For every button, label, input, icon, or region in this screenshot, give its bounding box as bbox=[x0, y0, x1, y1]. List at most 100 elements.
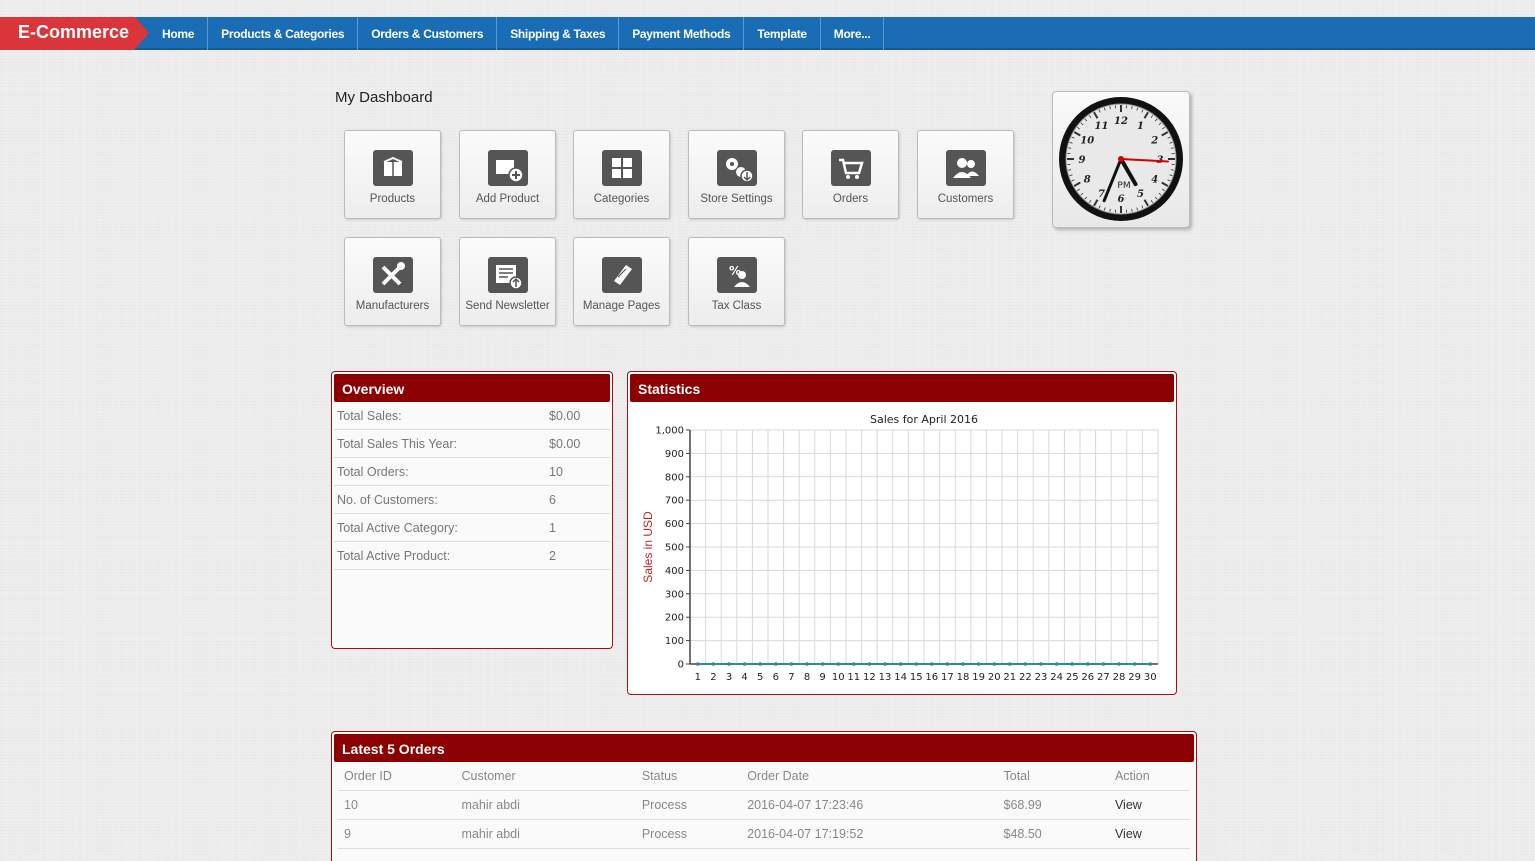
table-cell: $48.50 bbox=[997, 819, 1109, 849]
y-tick-label: 600 bbox=[665, 519, 684, 530]
overview-value: $0.00 bbox=[549, 409, 581, 423]
x-tick-label: 24 bbox=[1050, 672, 1063, 683]
sales-point bbox=[992, 662, 996, 666]
nav-item-more[interactable]: More... bbox=[821, 17, 885, 50]
sales-point bbox=[1101, 662, 1106, 666]
x-tick-label: 23 bbox=[1035, 672, 1048, 683]
y-tick-label: 700 bbox=[665, 496, 684, 507]
analog-clock: 123456789101112 PM bbox=[1052, 91, 1190, 228]
tile-send-newsletter[interactable]: Send Newsletter bbox=[459, 237, 556, 326]
add-box-icon bbox=[488, 150, 528, 186]
table-cell: 2016-04-07 17:19:52 bbox=[741, 819, 998, 849]
grid-icon bbox=[602, 150, 642, 186]
y-tick-label: 900 bbox=[665, 449, 684, 460]
x-tick-label: 18 bbox=[957, 672, 970, 683]
x-tick-label: 26 bbox=[1081, 672, 1094, 683]
tile-label: Store Settings bbox=[700, 193, 773, 205]
tile-store-settings[interactable]: Store Settings bbox=[688, 130, 785, 219]
tile-tax-class[interactable]: % Tax Class bbox=[688, 237, 785, 326]
brand-logo[interactable]: E-Commerce bbox=[0, 17, 135, 50]
users-icon bbox=[946, 150, 986, 186]
overview-value: 1 bbox=[549, 521, 556, 535]
y-axis-label: Sales in USD bbox=[641, 511, 655, 583]
tile-label: Add Product bbox=[475, 193, 540, 205]
sales-point bbox=[742, 662, 747, 666]
note-icon bbox=[602, 257, 642, 293]
overview-row: Total Active Category: 1 bbox=[334, 514, 610, 542]
nav-item-home[interactable]: Home bbox=[150, 17, 209, 50]
y-tick-label: 0 bbox=[678, 660, 684, 671]
sales-point bbox=[1039, 662, 1043, 666]
sales-point bbox=[945, 662, 950, 666]
nav-item-orders-customers[interactable]: Orders & Customers bbox=[358, 17, 498, 50]
tile-categories[interactable]: Categories bbox=[573, 130, 670, 219]
tile-orders[interactable]: Orders bbox=[802, 130, 899, 219]
statistics-title: Statistics bbox=[630, 374, 1174, 402]
table-cell: mahir abdi bbox=[455, 790, 636, 820]
view-order-link[interactable]: View bbox=[1108, 790, 1190, 820]
overview-key: Total Active Product: bbox=[337, 549, 451, 563]
sales-point bbox=[976, 662, 981, 666]
sales-point bbox=[1132, 662, 1137, 666]
x-tick-label: 7 bbox=[788, 672, 794, 683]
overview-row: Total Orders: 10 bbox=[334, 458, 610, 486]
sales-point bbox=[1070, 662, 1074, 666]
overview-value: 6 bbox=[549, 493, 556, 507]
x-tick-label: 25 bbox=[1066, 672, 1079, 683]
overview-panel: Overview Total Sales: $0.00 Total Sales Th… bbox=[331, 371, 613, 649]
top-nav-bar: E-Commerce Home Products & Categories Orde… bbox=[0, 17, 1535, 50]
sales-point bbox=[1086, 662, 1090, 666]
overview-row: Total Sales This Year: $0.00 bbox=[334, 430, 610, 458]
y-tick-label: 800 bbox=[665, 472, 684, 483]
tile-manufacturers[interactable]: Manufacturers bbox=[344, 237, 441, 326]
tile-label: Orders bbox=[832, 193, 869, 205]
statistics-panel: Statistics Sales for April 2016 0 100 200 30… bbox=[627, 371, 1177, 695]
column-header-order-id: Order ID bbox=[338, 762, 456, 791]
y-tick-label: 100 bbox=[665, 636, 684, 647]
chart-title: Sales for April 2016 bbox=[870, 413, 978, 426]
sales-point bbox=[1054, 662, 1059, 666]
nav-item-products-categories[interactable]: Products & Categories bbox=[208, 17, 359, 50]
overview-key: Total Sales: bbox=[337, 409, 402, 423]
y-tick-label: 1,000 bbox=[655, 426, 684, 437]
nav-item-template[interactable]: Template bbox=[744, 17, 821, 50]
y-tick-label: 200 bbox=[665, 613, 684, 624]
sales-point bbox=[1023, 662, 1028, 666]
overview-row: Total Sales: $0.00 bbox=[334, 402, 610, 430]
clock-number: 12 bbox=[1114, 116, 1128, 127]
overview-key: Total Sales This Year: bbox=[337, 437, 457, 451]
sales-point bbox=[852, 662, 856, 666]
x-tick-label: 30 bbox=[1144, 672, 1157, 683]
x-tick-label: 22 bbox=[1019, 672, 1032, 683]
table-cell: $68.99 bbox=[997, 790, 1109, 820]
page-title: My Dashboard bbox=[335, 89, 433, 106]
tile-add-product[interactable]: Add Product bbox=[459, 130, 556, 219]
sales-point bbox=[696, 662, 700, 666]
sales-point bbox=[820, 662, 825, 666]
x-tick-label: 13 bbox=[879, 672, 892, 683]
nav-item-shipping-taxes[interactable]: Shipping & Taxes bbox=[497, 17, 620, 50]
sales-point bbox=[914, 662, 918, 666]
sales-point bbox=[898, 662, 903, 666]
tile-customers[interactable]: Customers bbox=[917, 130, 1014, 219]
clock-period: PM bbox=[1117, 181, 1130, 191]
tools-icon bbox=[373, 257, 413, 293]
latest-orders-panel: Latest 5 Orders Order ID Customer Status Or… bbox=[331, 731, 1197, 861]
tile-label: Manufacturers bbox=[355, 300, 430, 312]
clock-number: 5 bbox=[1137, 189, 1144, 200]
nav-item-payment-methods[interactable]: Payment Methods bbox=[619, 17, 745, 50]
sales-point bbox=[758, 662, 762, 666]
tile-products[interactable]: Products bbox=[344, 130, 441, 219]
sales-point bbox=[727, 662, 731, 666]
table-row: 9 mahir abdi Process 2016-04-07 17:19:52 $48… bbox=[338, 819, 1190, 849]
x-tick-label: 5 bbox=[757, 672, 763, 683]
box-icon bbox=[373, 150, 413, 186]
sales-point bbox=[789, 662, 794, 666]
overview-value: 2 bbox=[549, 549, 556, 563]
tile-manage-pages[interactable]: Manage Pages bbox=[573, 237, 670, 326]
tile-label: Products bbox=[369, 193, 416, 205]
tax-icon: % bbox=[717, 257, 757, 293]
view-order-link[interactable]: View bbox=[1108, 819, 1190, 849]
main-nav: Home Products & Categories Orders & Custom… bbox=[150, 17, 885, 50]
tile-label: Send Newsletter bbox=[465, 300, 550, 312]
